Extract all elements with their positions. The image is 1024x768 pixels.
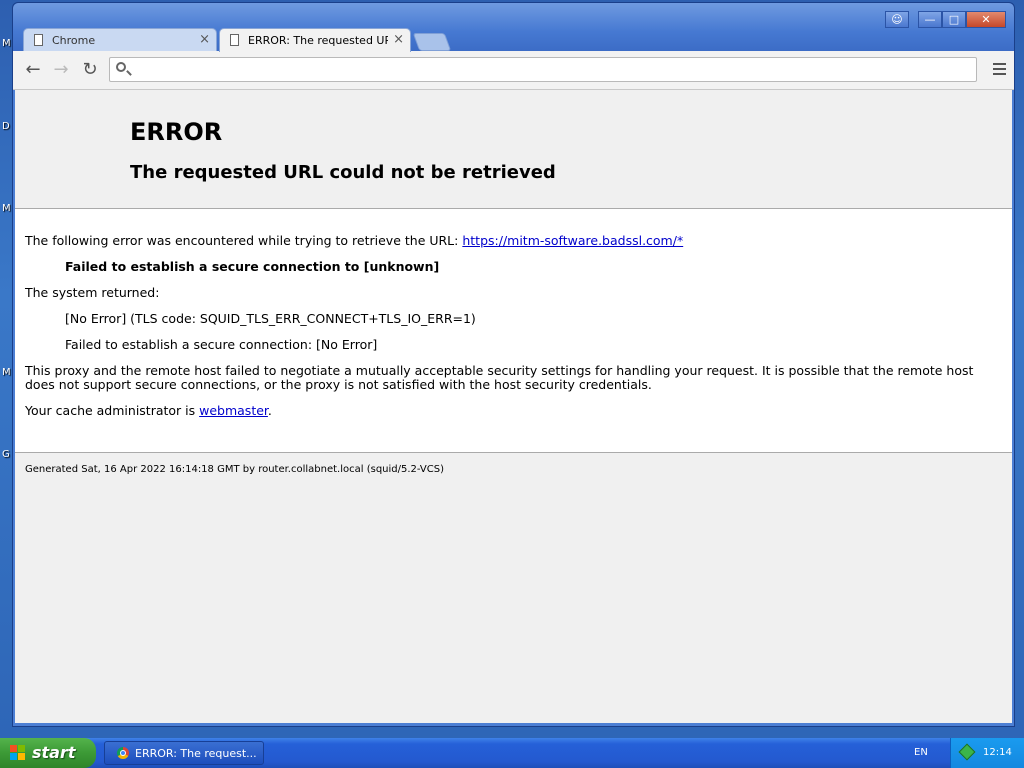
error-body: The following error was encountered whil… xyxy=(15,209,1012,453)
minimize-button[interactable]: — xyxy=(918,11,942,28)
language-indicator[interactable]: EN xyxy=(914,747,928,758)
tab-label: Chrome xyxy=(52,34,96,47)
admin-paragraph: Your cache administrator is webmaster. xyxy=(25,403,272,418)
page-icon xyxy=(230,34,239,46)
search-icon xyxy=(116,62,126,72)
tab-label: ERROR: The requested URL xyxy=(248,34,388,47)
tls-code: [No Error] (TLS code: SQUID_TLS_ERR_CONN… xyxy=(65,311,476,326)
desktop-icon-label[interactable]: M xyxy=(2,203,11,214)
intro-paragraph: The following error was encountered whil… xyxy=(25,233,683,248)
start-label: start xyxy=(32,743,76,762)
windows-logo-icon xyxy=(10,745,26,761)
admin-text: Your cache administrator is xyxy=(25,403,200,418)
page-subtitle: The requested URL could not be retrieved xyxy=(130,162,556,183)
desktop-icon-label[interactable]: M xyxy=(2,38,11,49)
intro-text: The following error was encountered whil… xyxy=(25,233,463,248)
desktop-icon-label[interactable]: D xyxy=(2,121,10,132)
forward-button[interactable]: → xyxy=(49,59,73,81)
network-icon[interactable] xyxy=(958,743,976,761)
new-tab-button[interactable] xyxy=(412,33,452,51)
error-message: Failed to establish a secure connection … xyxy=(65,259,440,274)
admin-suffix: . xyxy=(267,403,272,418)
tab-error[interactable]: ERROR: The requested URL × xyxy=(219,28,411,52)
reload-button[interactable]: ↻ xyxy=(78,59,102,81)
browser-window: Chrome × ERROR: The requested URL × ☺ — … xyxy=(12,2,1015,727)
system-tray: 12:14 xyxy=(950,738,1024,768)
tab-chrome[interactable]: Chrome × xyxy=(23,28,217,52)
maximize-button[interactable]: □ xyxy=(942,11,966,28)
title-bar: Chrome × ERROR: The requested URL × ☺ — … xyxy=(13,3,1014,52)
omnibox[interactable] xyxy=(109,57,977,82)
close-icon[interactable]: × xyxy=(199,32,210,47)
url-link[interactable]: https://mitm-software.badssl.com/* xyxy=(462,233,683,248)
page-footer: Generated Sat, 16 Apr 2022 16:14:18 GMT … xyxy=(25,464,444,475)
browser-toolbar: ← → ↻ xyxy=(13,51,1014,90)
close-icon[interactable]: × xyxy=(393,32,404,47)
taskbar-item-chrome[interactable]: ERROR: The request... xyxy=(104,741,264,765)
proxy-explanation-line-2: does not support secure connections, or … xyxy=(25,377,652,392)
chrome-icon xyxy=(117,747,129,759)
close-button[interactable]: ✕ xyxy=(966,11,1006,28)
proxy-explanation-line-1: This proxy and the remote host failed to… xyxy=(25,363,974,378)
back-button[interactable]: ← xyxy=(21,59,45,81)
desktop-icon-label[interactable]: M xyxy=(2,367,11,378)
desktop-icon-label[interactable]: G xyxy=(2,449,10,460)
profile-button[interactable]: ☺ xyxy=(885,11,909,28)
page-icon xyxy=(34,34,43,46)
system-returned-label: The system returned: xyxy=(25,285,160,300)
taskbar-item-label: ERROR: The request... xyxy=(135,747,257,760)
address-input[interactable] xyxy=(134,60,968,80)
page-title: ERROR xyxy=(130,118,223,146)
page-content: ERROR The requested URL could not be ret… xyxy=(15,90,1012,723)
start-button[interactable]: start xyxy=(0,738,96,768)
menu-icon[interactable] xyxy=(993,63,1006,78)
webmaster-link[interactable]: webmaster xyxy=(199,403,268,418)
clock: 12:14 xyxy=(983,747,1012,758)
taskbar: start ERROR: The request... EN 12:14 xyxy=(0,738,1024,768)
secure-connection-message: Failed to establish a secure connection:… xyxy=(65,337,378,352)
error-header: ERROR The requested URL could not be ret… xyxy=(15,90,1012,209)
